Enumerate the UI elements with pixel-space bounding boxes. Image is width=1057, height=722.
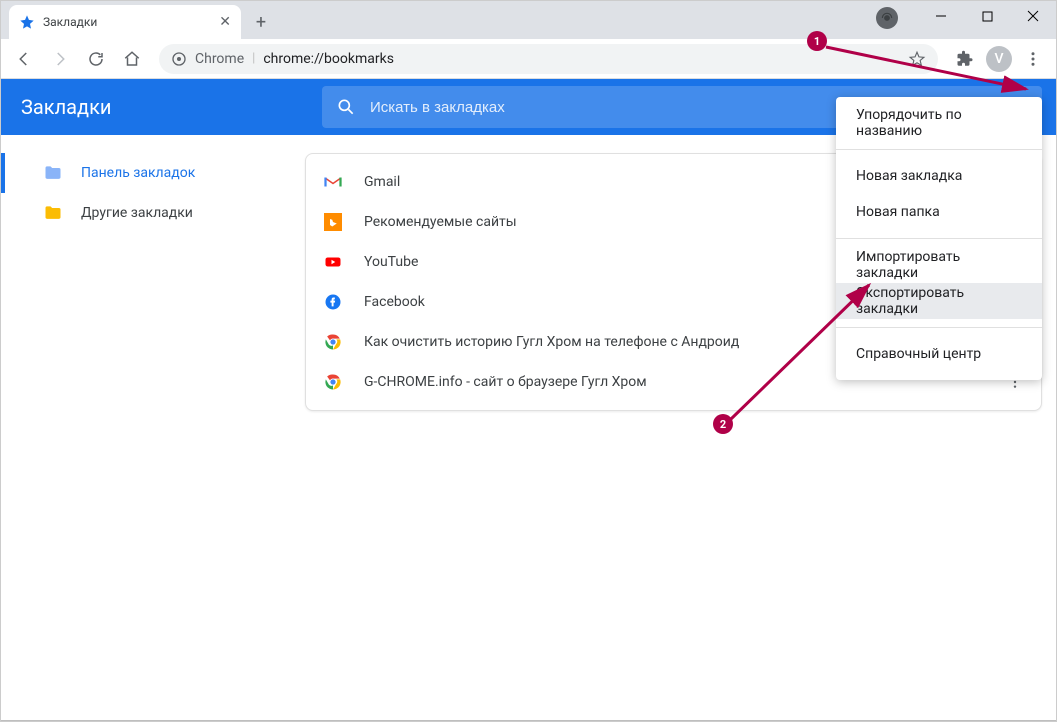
reload-button[interactable] — [81, 44, 111, 74]
annotation-badge-1: 1 — [807, 31, 827, 51]
avatar[interactable]: V — [986, 46, 1012, 72]
browser-toolbar: Chrome | chrome://bookmarks V — [1, 39, 1056, 79]
window-titlebar: Закладки ✕ + — [1, 1, 1056, 39]
facebook-icon — [324, 293, 342, 311]
sidebar: Панель закладок Другие закладки — [1, 135, 291, 721]
omnibox-url: chrome://bookmarks — [263, 51, 394, 67]
window-bottom-border — [1, 720, 1056, 721]
bookmark-star-icon[interactable] — [908, 50, 926, 68]
star-icon — [19, 14, 35, 30]
folder-icon — [43, 203, 63, 223]
bookmark-label: Facebook — [364, 294, 425, 310]
sidebar-item-label: Панель закладок — [81, 165, 195, 181]
bookmark-label: Gmail — [364, 174, 400, 190]
home-button[interactable] — [117, 44, 147, 74]
folder-icon — [43, 163, 63, 183]
chrome-icon — [171, 51, 187, 67]
avatar-letter: V — [994, 51, 1003, 67]
menu-separator — [836, 327, 1042, 328]
omnibox-divider: | — [252, 51, 255, 66]
menu-import-bookmarks[interactable]: Импортировать закладки — [836, 247, 1042, 283]
menu-export-bookmarks[interactable]: Экспортировать закладки — [836, 283, 1042, 319]
chrome-icon — [324, 373, 342, 391]
youtube-icon — [324, 253, 342, 271]
menu-new-folder[interactable]: Новая папка — [836, 194, 1042, 230]
extensions-button[interactable] — [950, 44, 980, 74]
bookmark-label: Рекомендуемые сайты — [364, 214, 517, 230]
page-title: Закладки — [21, 95, 111, 119]
close-icon[interactable]: ✕ — [219, 14, 231, 30]
bookmark-label: YouTube — [364, 254, 418, 270]
search-icon — [336, 97, 356, 117]
menu-sort-by-name[interactable]: Упорядочить по названию — [836, 105, 1042, 141]
close-window-button[interactable] — [1010, 1, 1056, 31]
bookmark-label: G-CHROME.info - сайт о браузере Гугл Хро… — [364, 374, 647, 390]
new-tab-button[interactable]: + — [247, 8, 275, 36]
omnibox-hint: Chrome — [195, 51, 244, 67]
profile-badge-icon — [876, 7, 898, 29]
back-button[interactable] — [9, 44, 39, 74]
sidebar-item-bookmarks-bar[interactable]: Панель закладок — [1, 153, 291, 193]
annotation-badge-2: 2 — [713, 414, 733, 434]
chrome-icon — [324, 333, 342, 351]
menu-new-bookmark[interactable]: Новая закладка — [836, 158, 1042, 194]
tab-title: Закладки — [43, 15, 211, 29]
menu-separator — [836, 149, 1042, 150]
menu-help-center[interactable]: Справочный центр — [836, 336, 1042, 372]
tab-strip: Закладки ✕ + — [1, 1, 275, 39]
sidebar-item-other-bookmarks[interactable]: Другие закладки — [1, 193, 291, 233]
menu-separator — [836, 238, 1042, 239]
browser-menu-button[interactable] — [1018, 44, 1048, 74]
forward-button[interactable] — [45, 44, 75, 74]
bing-icon — [324, 213, 342, 231]
bookmark-label: Как очистить историю Гугл Хром на телефо… — [364, 334, 739, 350]
minimize-button[interactable] — [918, 1, 964, 31]
maximize-button[interactable] — [964, 1, 1010, 31]
gmail-icon — [324, 173, 342, 191]
window-controls — [918, 1, 1056, 31]
browser-tab[interactable]: Закладки ✕ — [9, 5, 241, 39]
sidebar-item-label: Другие закладки — [81, 205, 193, 221]
organize-menu: Упорядочить по названию Новая закладка Н… — [836, 97, 1042, 380]
